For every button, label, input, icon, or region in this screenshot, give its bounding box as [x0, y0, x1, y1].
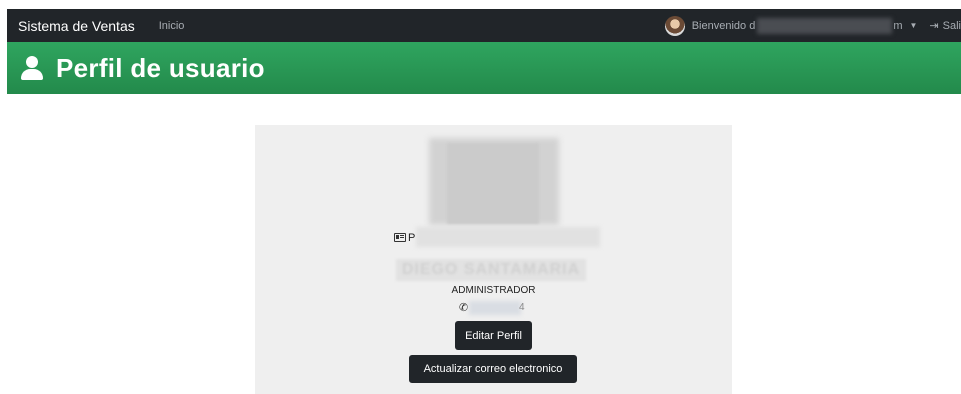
- email-visible-suffix: m: [893, 19, 903, 32]
- edit-profile-button[interactable]: Editar Perfil: [455, 321, 532, 350]
- profile-photo-inner: [447, 143, 539, 224]
- id-redacted: [416, 227, 600, 247]
- brand-link[interactable]: Sistema de Ventas: [18, 18, 135, 34]
- sign-out-icon[interactable]: ⇥: [929, 19, 938, 32]
- caret-down-icon[interactable]: ▼: [910, 21, 918, 30]
- avatar[interactable]: [664, 15, 685, 36]
- email-visible-prefix: d: [749, 19, 756, 32]
- user-name: DIEGO SANTAMARIA: [401, 261, 581, 278]
- top-navbar: Sistema de Ventas Inicio Bienvenido d m …: [7, 9, 961, 42]
- id-prefix: P: [408, 232, 416, 244]
- user-role: ADMINISTRADOR: [451, 285, 536, 296]
- user-menu[interactable]: Bienvenido d m ▼ ⇥ Sali: [664, 9, 961, 42]
- logout-link[interactable]: Sali: [943, 20, 961, 32]
- user-icon: [21, 56, 43, 80]
- phone-redacted: [469, 301, 521, 315]
- id-card-icon: [394, 233, 406, 242]
- welcome-text: Bienvenido d: [692, 20, 756, 32]
- profile-page: Sistema de Ventas Inicio Bienvenido d m …: [0, 0, 961, 394]
- profile-card: P DIEGO SANTAMARIA ADMINISTRADOR ✆ 4 Edi…: [255, 125, 732, 394]
- nav-link-home[interactable]: Inicio: [159, 20, 185, 32]
- phone-suffix: 4: [519, 302, 525, 313]
- phone-icon: ✆: [459, 302, 469, 314]
- email-redacted: [757, 17, 893, 34]
- welcome-label: Bienvenido: [691, 19, 747, 32]
- page-header: Perfil de usuario: [7, 42, 961, 94]
- page-title: Perfil de usuario: [56, 52, 265, 83]
- update-email-button[interactable]: Actualizar correo electronico: [409, 355, 577, 383]
